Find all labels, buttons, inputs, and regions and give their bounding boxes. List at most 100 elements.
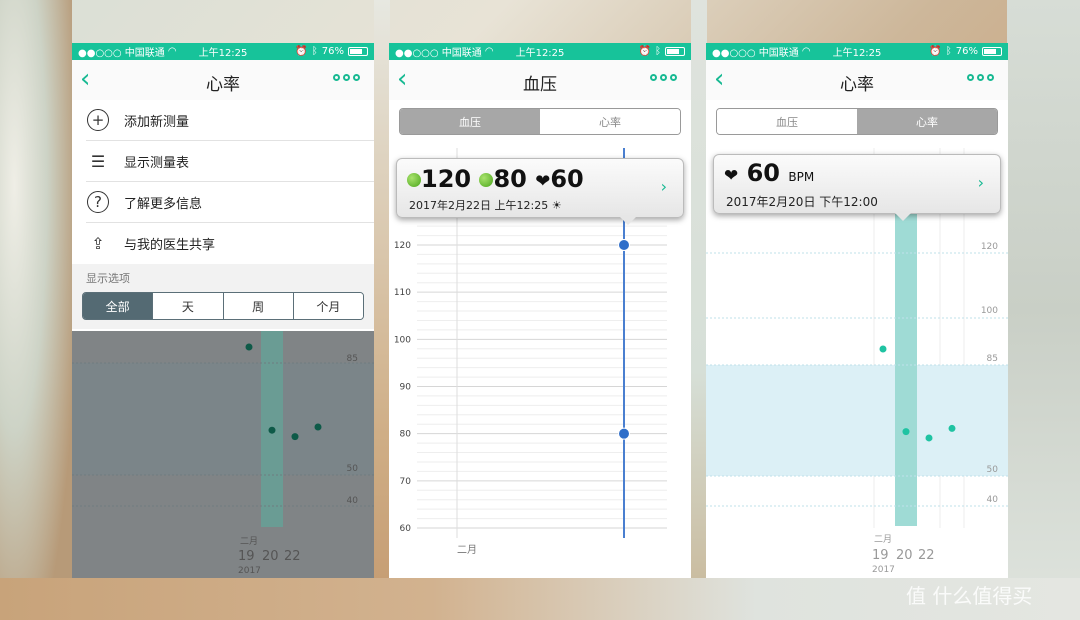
battery-icon [665, 47, 685, 56]
metric-tab-control: 血压 心率 [716, 108, 998, 135]
y-axis-label: 40 [987, 495, 999, 505]
page-title: 心率 [840, 75, 874, 95]
menu-item-label: 了解更多信息 [124, 196, 203, 212]
heart-rate-chart-dimmed: 85 50 40 二月 19 20 22 2017 [72, 331, 374, 578]
battery-icon [348, 47, 368, 56]
x-month-label: 二月 [874, 534, 892, 545]
phone-screen-heart-rate-menu: ●●○○○ 中国联通 ◠ 上午12:25 ⏰ ᛒ 76% ‹ 心率 + 添加新测量 ☰… [72, 43, 374, 578]
segment-day[interactable]: 天 [153, 293, 224, 319]
phone-screen-heart-rate-chart: ●●○○○ 中国联通 ◠ 上午12:25 ⏰ ᛒ 76% ‹ 心率 血压 心率 120… [706, 43, 1008, 578]
menu-item-label: 添加新测量 [124, 114, 190, 130]
menu-item-show-table[interactable]: ☰ 显示测量表 [86, 141, 374, 182]
background-left [0, 0, 72, 620]
heart-rate-point [925, 434, 933, 442]
y-axis-label: 100 [981, 306, 998, 316]
tab-blood-pressure[interactable]: 血压 [717, 109, 857, 134]
background-gap-1 [374, 0, 390, 620]
more-options-icon[interactable] [650, 74, 677, 81]
heart-rate-point [948, 424, 956, 432]
x-day-label: 22 [284, 549, 301, 564]
chevron-right-icon: › [977, 173, 984, 192]
background-right [1007, 0, 1080, 620]
menu-item-label: 与我的医生共享 [124, 238, 216, 253]
y-axis-label: 70 [400, 477, 412, 487]
menu-item-add-measurement[interactable]: + 添加新测量 [86, 100, 374, 141]
x-month-label: 二月 [457, 544, 477, 556]
chevron-right-icon: › [660, 177, 667, 196]
blood-pressure-point [618, 239, 630, 251]
help-circle-icon: ? [86, 190, 110, 214]
y-axis-label: 50 [987, 465, 999, 475]
x-day-label: 19 [238, 549, 255, 564]
sun-icon: ☀ [551, 199, 562, 212]
heart-rate-unit: BPM [788, 170, 815, 184]
battery-fill [984, 49, 997, 54]
battery-icon [982, 47, 1002, 56]
more-options-icon[interactable] [333, 74, 360, 81]
x-year-label: 2017 [238, 566, 261, 576]
tab-blood-pressure[interactable]: 血压 [400, 109, 540, 134]
background-gap-2 [691, 0, 707, 620]
heart-rate-point [291, 433, 299, 441]
popup-pointer [894, 212, 912, 221]
metric-tab-control: 血压 心率 [399, 108, 681, 135]
reading-detail-popup[interactable]: ❤ 60 BPM 2017年2月20日 下午12:00 › [713, 154, 1001, 221]
share-icon: ⇪ [91, 234, 105, 253]
x-day-label: 20 [896, 548, 913, 563]
y-axis-label: 100 [394, 335, 411, 345]
reading-datetime: 2017年2月22日 上午12:25 [409, 199, 549, 212]
heart-rate-point [879, 345, 887, 353]
x-day-label: 20 [262, 549, 279, 564]
status-time: 上午12:25 [832, 48, 882, 59]
segment-all[interactable]: 全部 [83, 293, 154, 319]
tab-heart-rate[interactable]: 心率 [540, 109, 680, 134]
y-axis-label: 120 [394, 241, 411, 251]
range-segmented-control: 全部 天 周 个月 [82, 292, 364, 320]
tab-heart-rate[interactable]: 心率 [857, 109, 997, 134]
reading-datetime-row: 2017年2月22日 上午12:25 ☀ [409, 197, 562, 213]
page-title: 血压 [523, 75, 557, 95]
status-bar: ●●○○○ 中国联通 ◠ 上午12:25 ⏰ ᛒ [389, 43, 691, 60]
menu-item-share-doctor[interactable]: ⇪ 与我的医生共享 [86, 223, 374, 264]
navigation-bar: ‹ 血压 [389, 60, 691, 100]
page-title: 心率 [206, 75, 240, 95]
action-menu: + 添加新测量 ☰ 显示测量表 ? 了解更多信息 ⇪ 与我的医生共享 [72, 100, 374, 264]
display-options-label: 显示选项 [72, 264, 374, 292]
y-axis-label: 90 [400, 383, 412, 393]
y-axis-label: 110 [394, 288, 411, 298]
status-bar: ●●○○○ 中国联通 ◠ 上午12:25 ⏰ ᛒ 76% [706, 43, 1008, 60]
pulse-value: 60 [550, 165, 584, 193]
more-options-icon[interactable] [967, 74, 994, 81]
menu-item-label: 显示测量表 [124, 155, 190, 171]
x-month-label: 二月 [240, 536, 258, 547]
y-axis-label: 85 [987, 354, 998, 364]
y-axis-label: 60 [400, 524, 412, 534]
menu-item-learn-more[interactable]: ? 了解更多信息 [86, 182, 374, 223]
normal-range-band [706, 365, 1008, 476]
reading-detail-popup[interactable]: 120 80 ❤60 2017年2月22日 上午12:25 ☀ › [396, 158, 684, 225]
site-watermark: 值 什么值得买 [906, 584, 1033, 608]
popup-pointer [619, 216, 637, 225]
heart-rate-point [902, 428, 910, 436]
list-icon: ☰ [90, 151, 106, 171]
x-year-label: 2017 [872, 565, 895, 575]
heart-rate-point [245, 343, 253, 351]
y-axis-label: 80 [400, 430, 412, 440]
status-bar: ●●○○○ 中国联通 ◠ 上午12:25 ⏰ ᛒ 76% [72, 43, 374, 60]
heart-rate-point [268, 426, 276, 434]
status-time: 上午12:25 [198, 48, 248, 59]
plus-circle-icon: + [86, 108, 110, 132]
navigation-bar: ‹ 心率 [72, 60, 374, 100]
diastolic-dot-icon [479, 173, 494, 187]
battery-fill [350, 49, 363, 54]
y-axis-label: 50 [347, 464, 359, 474]
segment-month[interactable]: 个月 [293, 293, 363, 319]
heart-icon: ❤ [724, 166, 739, 186]
systolic-value: 120 [421, 165, 472, 193]
diastolic-value: 80 [493, 165, 527, 193]
battery-fill [667, 49, 680, 54]
reading-values: 120 80 ❤60 [407, 165, 584, 193]
heart-icon: ❤ [535, 171, 551, 192]
segment-week[interactable]: 周 [223, 293, 294, 319]
x-day-label: 22 [918, 548, 935, 563]
